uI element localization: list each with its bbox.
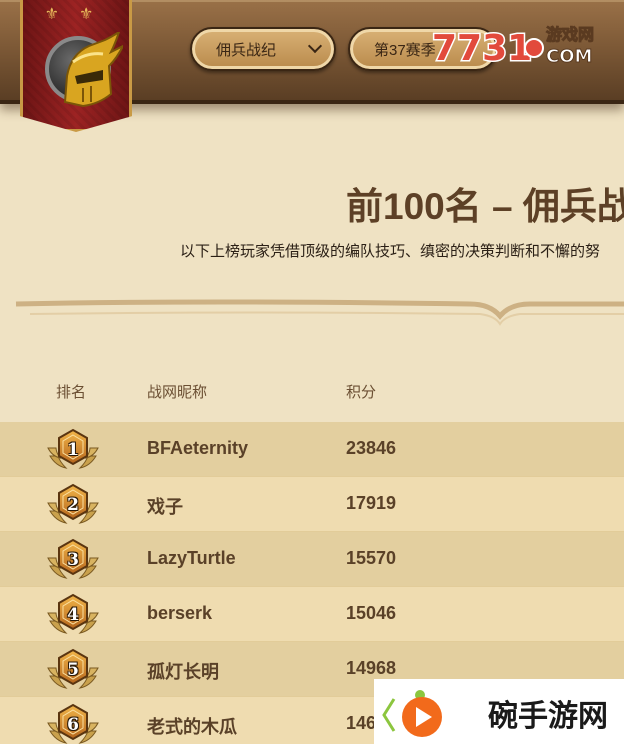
player-name: BFAeternity bbox=[147, 438, 249, 458]
column-header-score: 积分 bbox=[346, 384, 377, 401]
page-title: 前100名 – 佣兵战 bbox=[346, 186, 624, 227]
watermark-domain: COM bbox=[546, 46, 592, 67]
player-name: LazyTurtle bbox=[147, 548, 236, 568]
player-score: 14968 bbox=[346, 658, 397, 678]
rank-number: 4 bbox=[67, 605, 79, 625]
column-header-rank: 排名 bbox=[56, 384, 87, 401]
section-divider bbox=[15, 299, 624, 326]
watermark-site-name: 游戏网 bbox=[546, 25, 594, 44]
banner-ornament: ⚜⚜ bbox=[44, 6, 114, 23]
leaderboard-row: 4 berserk 15046 bbox=[0, 587, 624, 642]
hearthstone-mercenaries-banner[interactable]: ⚜⚜ bbox=[20, 0, 132, 132]
game-mode-value: 佣兵战纪 bbox=[216, 41, 277, 59]
page-subtitle: 以下上榜玩家凭借顶级的编队技巧、缜密的决策判断和不懈的努 bbox=[180, 243, 601, 260]
player-score: 17919 bbox=[346, 493, 397, 513]
leaderboard-row: 1 BFAeternity 23846 bbox=[0, 422, 624, 477]
rank-number: 5 bbox=[67, 660, 79, 680]
golden-helmet-icon bbox=[45, 32, 123, 108]
player-score: 146 bbox=[346, 713, 377, 733]
player-name: 戏子 bbox=[147, 497, 183, 517]
game-mode-dropdown[interactable]: 佣兵战纪 bbox=[190, 27, 336, 71]
rank-number: 3 bbox=[67, 550, 79, 570]
player-score: 15046 bbox=[346, 603, 397, 623]
player-name: berserk bbox=[147, 603, 213, 623]
leaderboard-row: 2 戏子 17919 bbox=[0, 477, 624, 532]
season-value: 第37赛季 bbox=[374, 41, 436, 59]
rank-number: 1 bbox=[67, 440, 79, 460]
watermark-site-name: 碗手游网 bbox=[488, 699, 608, 734]
player-score: 15570 bbox=[346, 548, 397, 568]
play-logo-icon bbox=[382, 690, 442, 737]
site-watermark-logo: 7731 游戏网 COM bbox=[431, 20, 612, 71]
chevron-down-icon bbox=[307, 38, 323, 54]
player-score: 23846 bbox=[346, 438, 397, 458]
bottom-watermark: 碗手游网 bbox=[374, 679, 624, 744]
player-name: 老式的木瓜 bbox=[147, 717, 237, 737]
leaderboard-row: 3 LazyTurtle 15570 bbox=[0, 532, 624, 587]
player-name: 孤灯长明 bbox=[147, 662, 219, 682]
rank-number: 6 bbox=[67, 715, 79, 735]
column-header-name: 战网昵称 bbox=[147, 384, 208, 401]
rank-number: 2 bbox=[67, 495, 79, 515]
watermark-number: 7731 bbox=[432, 28, 532, 68]
